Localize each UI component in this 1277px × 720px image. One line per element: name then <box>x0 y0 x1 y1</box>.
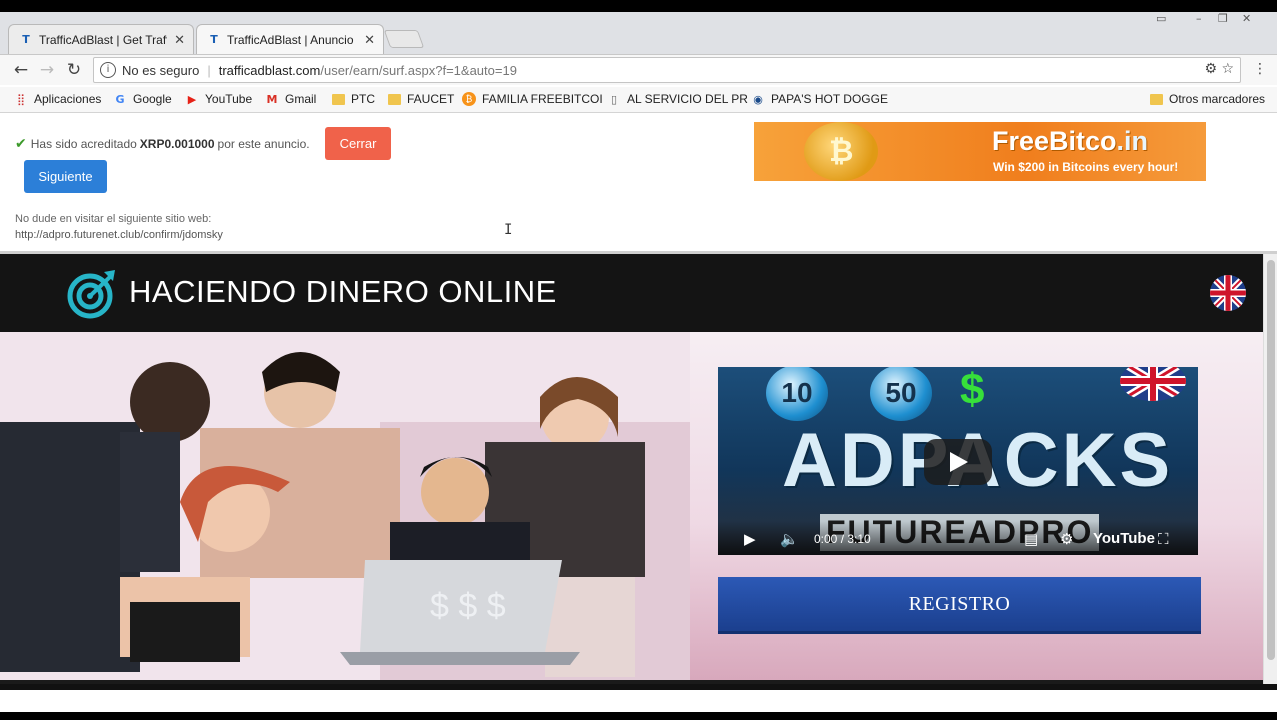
play-button-icon[interactable] <box>924 439 992 485</box>
video-time: 0:00 / 3:10 <box>814 532 871 546</box>
settings-gear-icon[interactable]: ⚙ <box>1060 530 1073 548</box>
register-button[interactable]: REGISTRO <box>718 577 1201 634</box>
bookmark-papas-hot-dogge[interactable]: ◉ PAPA'S HOT DOGGE <box>751 92 888 106</box>
tab-strip: T TrafficAdBlast | Get Traffi ✕ T Traffi… <box>0 12 1277 55</box>
bookmark-label: PTC <box>351 92 375 106</box>
trafficadblast-favicon-icon: T <box>210 33 218 46</box>
browser-window: T TrafficAdBlast | Get Traffi ✕ T Traffi… <box>0 12 1277 712</box>
site-title: HACIENDO DINERO ONLINE <box>129 274 557 309</box>
address-bar[interactable]: i No es seguro | trafficadblast.com /use… <box>93 57 1241 83</box>
bookmark-label: FAUCET <box>407 92 455 106</box>
bookmark-ptc[interactable]: PTC <box>332 92 375 106</box>
bookmark-aplicaciones[interactable]: ⣿ Aplicaciones <box>14 92 101 106</box>
close-icon[interactable]: ✕ <box>364 32 375 48</box>
ball-50: 50 <box>870 367 932 421</box>
bookmark-al-servicio[interactable]: ▯ AL SERVICIO DEL PR <box>607 92 748 106</box>
bitcoin-icon: ₿ <box>462 92 476 106</box>
captions-icon[interactable]: ▤ <box>1024 530 1038 548</box>
page-icon: ▯ <box>610 92 618 106</box>
tab-anuncio[interactable]: T TrafficAdBlast | Anuncio ✕ <box>196 24 384 54</box>
business-team-photo: $ $ $ <box>0 332 690 680</box>
bookmark-label: AL SERVICIO DEL PR <box>627 92 748 106</box>
frame-scrollbar[interactable] <box>1263 254 1277 684</box>
bookmark-label: FAMILIA FREEBITCOI <box>482 92 603 106</box>
url-path: /user/earn/surf.aspx?f=1&auto=19 <box>320 62 517 78</box>
youtube-icon: ▶ <box>187 92 197 106</box>
fullscreen-icon[interactable]: ⛶ <box>1158 530 1169 548</box>
visit-label: No dude en visitar el siguiente sitio we… <box>15 213 212 225</box>
credit-suffix: por este anuncio. <box>217 137 310 151</box>
video-controls: ▶ 🔈 0:00 / 3:10 ▤ ⚙ YouTube ⛶ <box>718 521 1198 555</box>
video-uk-flag-icon <box>1120 367 1186 401</box>
address-divider: | <box>207 62 211 78</box>
user-profile-icon[interactable]: ▭ <box>1156 12 1166 26</box>
new-tab-button[interactable] <box>383 30 425 48</box>
url-host: trafficadblast.com <box>218 62 321 78</box>
credit-amount: XRP0.001000 <box>139 137 215 151</box>
credit-prefix: Has sido acreditado <box>30 137 137 151</box>
youtube-logo[interactable]: YouTube <box>1093 530 1155 547</box>
window-close-icon[interactable]: ✕ <box>1242 12 1251 26</box>
reload-icon[interactable]: ↻ <box>63 59 85 81</box>
menu-icon[interactable]: ⋮ <box>1253 61 1267 77</box>
checkmark-icon: ✔ <box>15 136 27 152</box>
bookmark-label: Gmail <box>285 92 317 106</box>
bookmark-label: YouTube <box>205 92 253 106</box>
bookmark-label: PAPA'S HOT DOGGE <box>771 92 888 106</box>
apps-grid-icon: ⣿ <box>16 92 26 106</box>
scrollbar-thumb[interactable] <box>1267 260 1275 660</box>
bookmark-youtube[interactable]: ▶ YouTube <box>185 92 252 106</box>
target-logo-icon <box>67 270 115 319</box>
banner-tagline: Win $200 in Bitcoins every hour! <box>993 160 1179 174</box>
svg-text:$ $ $: $ $ $ <box>430 587 506 625</box>
volume-icon[interactable]: 🔈 <box>780 530 799 548</box>
visit-suggestion: No dude en visitar el siguiente sitio we… <box>15 211 223 243</box>
youtube-video-player[interactable]: 10 50 $ ADPACKS <box>718 367 1198 555</box>
freebitcoin-ad-banner[interactable]: ₿ FreeBitco.in Win $200 in Bitcoins ever… <box>754 122 1206 181</box>
close-button[interactable]: Cerrar <box>325 127 391 160</box>
text-cursor-icon: I <box>504 222 513 238</box>
minimize-icon[interactable]: – <box>1196 12 1202 26</box>
tab-title: TrafficAdBlast | Anuncio <box>227 32 354 47</box>
bookmarks-bar: ⣿ Aplicaciones G Google ▶ YouTube M Gmai… <box>0 87 1277 113</box>
folder-icon <box>332 93 345 105</box>
hero-section: $ $ $ 10 50 $ ▶ 🔈 0:00 / 3:10 ▤ ⚙ YouTub… <box>0 332 1263 680</box>
page-bottom-strip <box>0 684 1277 712</box>
ball-10: 10 <box>766 367 828 421</box>
next-button[interactable]: Siguiente <box>24 160 107 193</box>
banner-brand: FreeBitco.in <box>992 126 1149 156</box>
bookmark-label: Aplicaciones <box>34 92 102 106</box>
bookmark-google[interactable]: G Google <box>113 92 172 106</box>
security-label: No es seguro <box>122 62 200 78</box>
credit-message: ✔ Has sido acreditado XRP0.001000 por es… <box>15 136 310 152</box>
bookmark-faucet[interactable]: FAUCET <box>388 92 454 106</box>
info-icon[interactable]: i <box>100 62 116 78</box>
globe-icon: ◉ <box>753 92 763 106</box>
bitcoin-coin-icon: ₿ <box>804 122 878 181</box>
folder-icon <box>388 93 401 105</box>
close-icon[interactable]: ✕ <box>174 32 185 48</box>
bookmark-label: Google <box>133 92 172 106</box>
google-icon: G <box>115 92 125 106</box>
site-header: HACIENDO DINERO ONLINE <box>0 254 1263 332</box>
forward-icon[interactable]: → <box>36 59 58 81</box>
uk-flag-icon[interactable] <box>1210 275 1246 311</box>
back-icon[interactable]: ← <box>10 59 32 81</box>
tab-get-traffic[interactable]: T TrafficAdBlast | Get Traffi ✕ <box>8 24 194 54</box>
play-icon[interactable]: ▶ <box>744 530 756 548</box>
ad-site-frame: HACIENDO DINERO ONLINE $ $ $ 10 50 $ ▶ 🔈… <box>0 254 1263 684</box>
bookmark-gmail[interactable]: M Gmail <box>265 92 317 106</box>
folder-icon <box>1150 93 1163 105</box>
translate-and-star-icons[interactable]: ⚙ ☆ <box>1204 61 1234 77</box>
tab-title: TrafficAdBlast | Get Traffi <box>39 32 167 47</box>
bookmark-familia-freebitcoin[interactable]: ₿ FAMILIA FREEBITCOI <box>462 92 603 106</box>
bookmark-label: Otros marcadores <box>1169 92 1266 106</box>
visit-link[interactable]: http://adpro.futurenet.club/confirm/jdom… <box>15 227 223 243</box>
maximize-icon[interactable]: ❐ <box>1218 12 1228 26</box>
browser-toolbar: ← → ↻ i No es seguro | trafficadblast.co… <box>0 55 1277 85</box>
bookmark-otros-marcadores[interactable]: Otros marcadores <box>1150 92 1265 106</box>
trafficadblast-favicon-icon: T <box>22 33 30 46</box>
gmail-icon: M <box>266 92 278 106</box>
dollar-sign: $ <box>960 367 985 414</box>
